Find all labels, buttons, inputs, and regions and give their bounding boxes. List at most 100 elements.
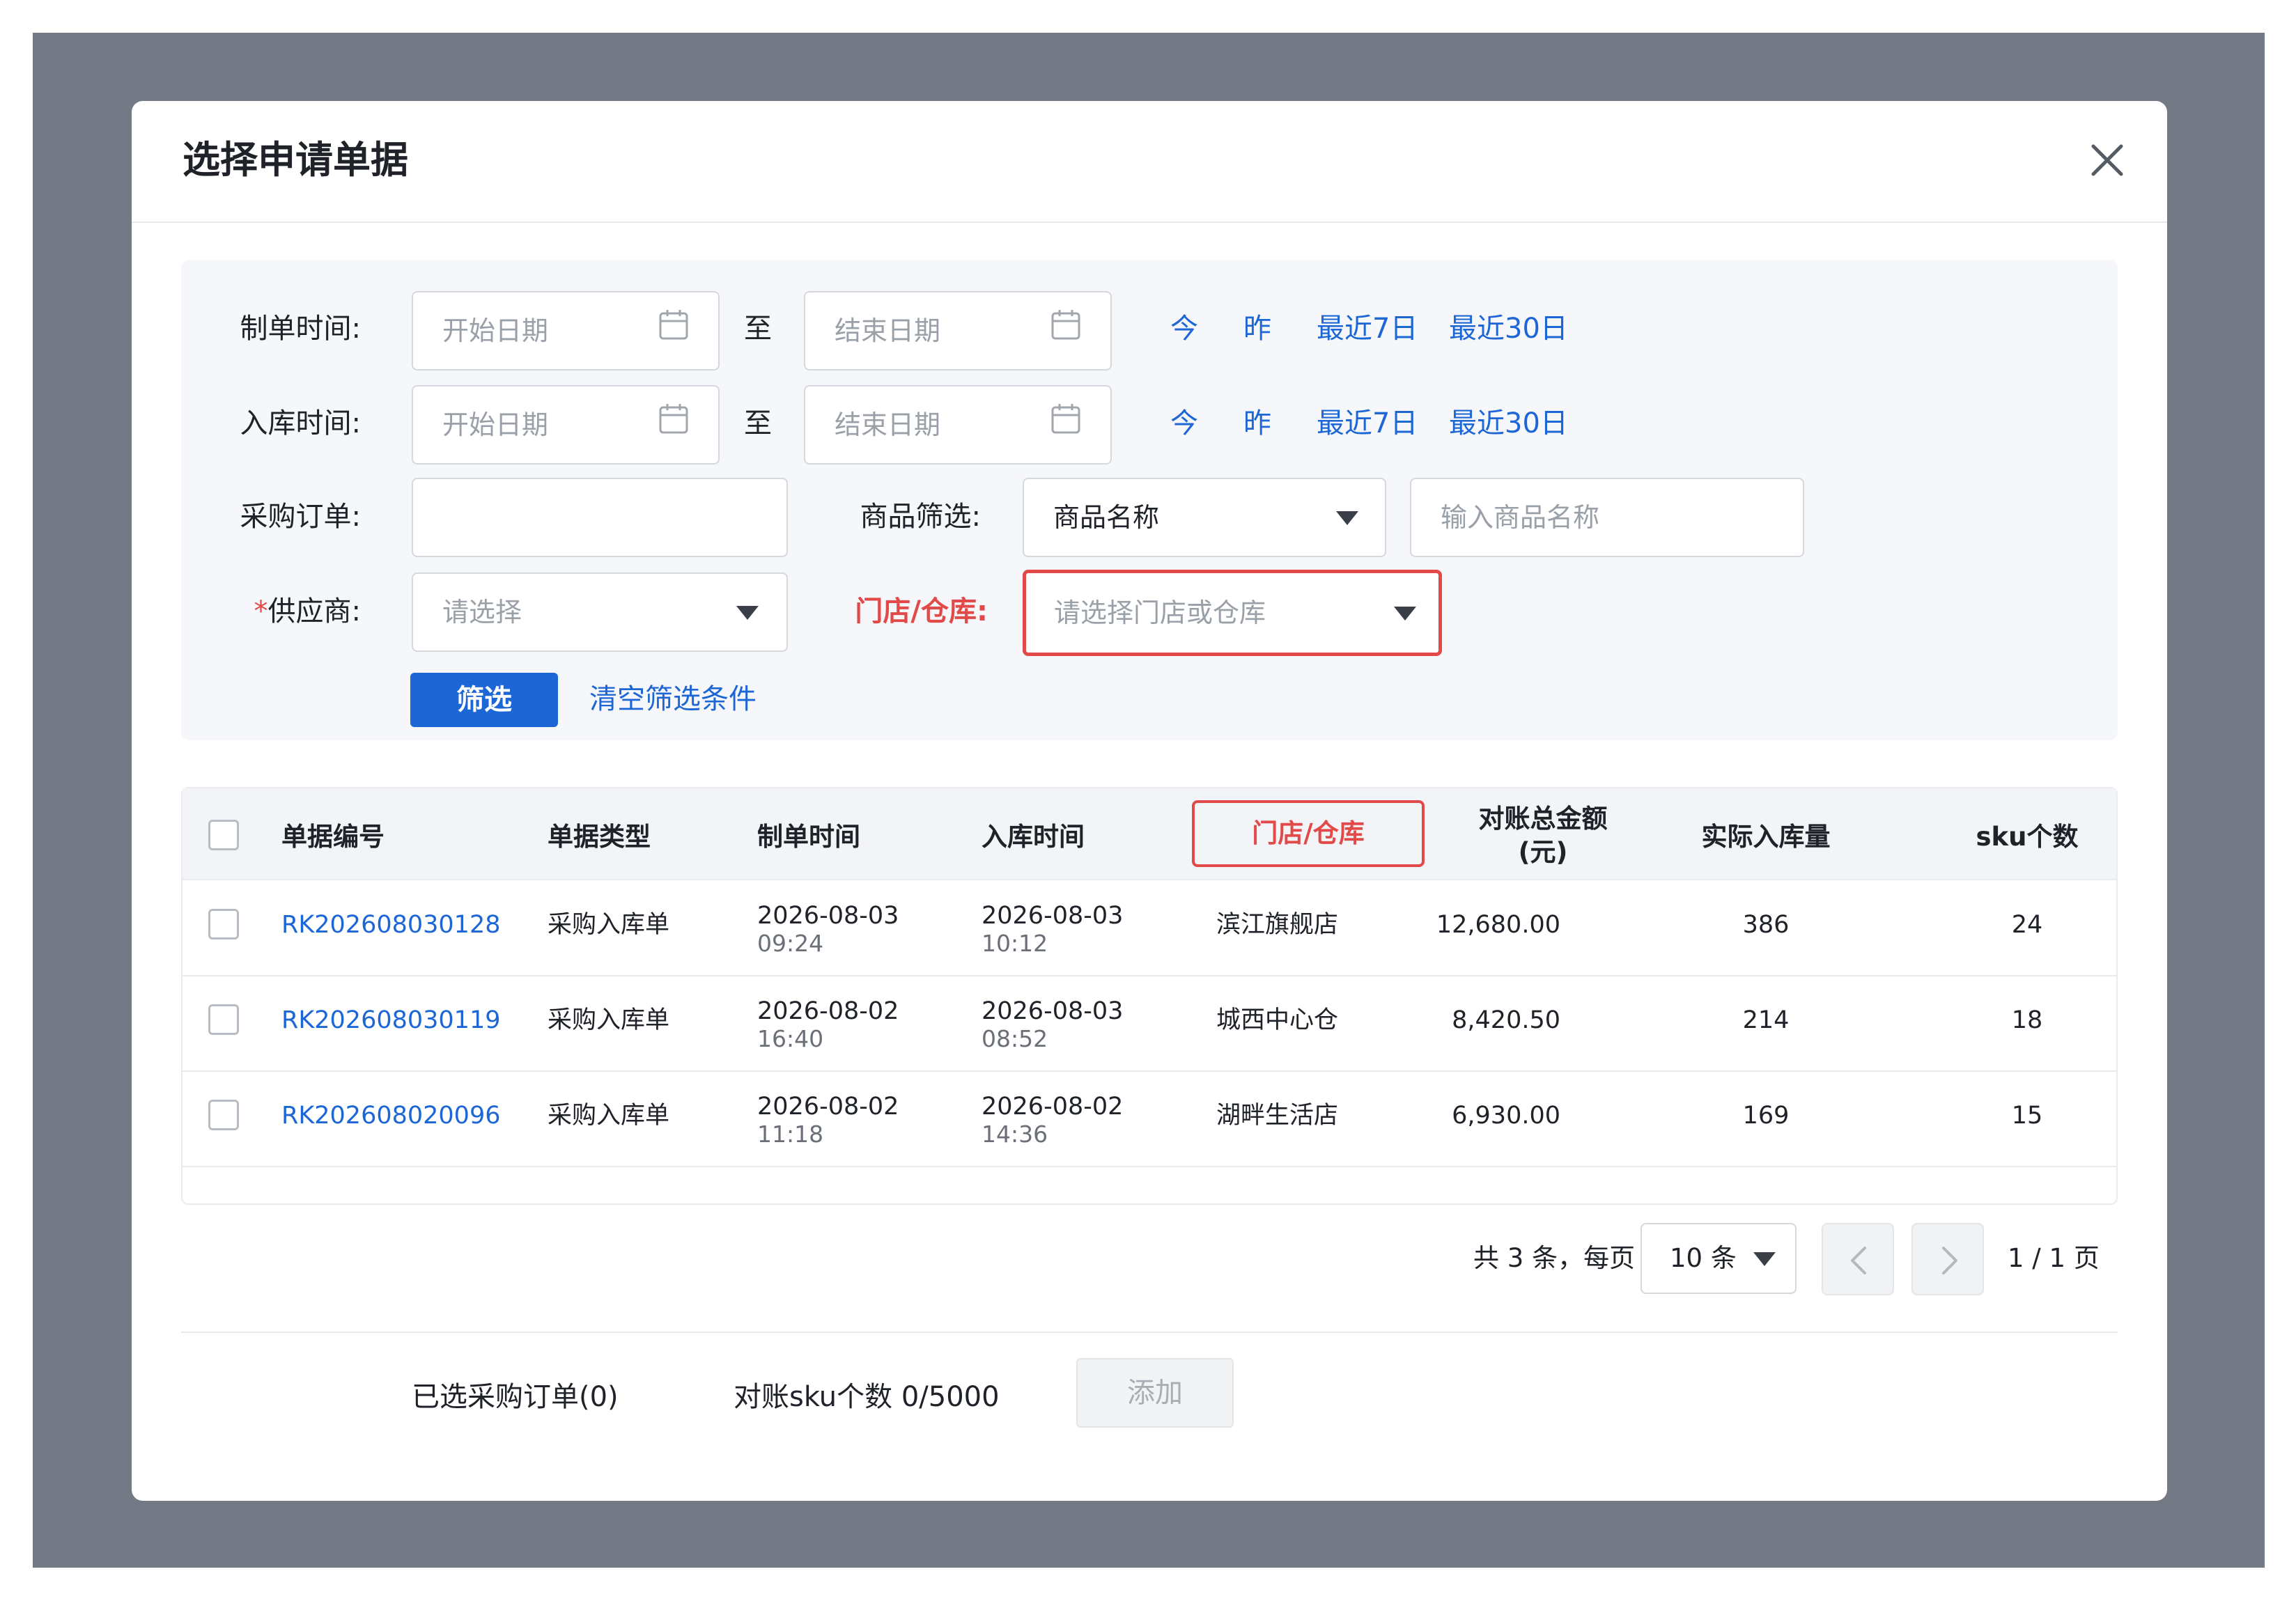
th-actual-qty: 实际入库量 (1701, 822, 1831, 852)
create-quick-30days[interactable]: 最近30日 (1449, 309, 1568, 348)
chevron-right-icon (1942, 1247, 1957, 1274)
create-time-label: 制单时间: (240, 313, 361, 345)
create-end-date-placeholder: 结束日期 (835, 315, 941, 346)
prev-page-button[interactable] (1822, 1223, 1894, 1295)
product-filter-label: 商品筛选: (860, 501, 981, 533)
stock-time-label: 入库时间: (240, 407, 361, 439)
row-divider (183, 879, 2116, 880)
doc-type: 采购入库单 (548, 1102, 670, 1130)
product-name-placeholder: 输入商品名称 (1441, 502, 1600, 533)
create-date: 2026-08-03 (757, 902, 899, 930)
footer-divider (181, 1332, 2118, 1333)
purchase-order-input[interactable] (412, 478, 788, 557)
row-divider (183, 975, 2116, 976)
page-indicator: 1 / 1 页 (2008, 1243, 2100, 1273)
th-sku-count: sku个数 (1976, 822, 2079, 852)
store-label: 门店/仓库: (855, 595, 988, 627)
store-name: 城西中心仓 (1216, 1006, 1339, 1034)
calendar-icon (658, 309, 689, 341)
page-size-value: 10 条 (1670, 1243, 1737, 1273)
amount: 8,420.50 (1452, 1006, 1560, 1034)
doc-no-link[interactable]: RK202608030128 (281, 909, 501, 941)
doc-no-link[interactable]: RK202608020096 (281, 1100, 501, 1132)
page-size-select[interactable]: 10 条 (1640, 1223, 1797, 1294)
create-quick-yesterday[interactable]: 昨 (1243, 309, 1271, 348)
stock-start-date-input[interactable]: 开始日期 (412, 385, 720, 465)
sku-count: 18 (2011, 1006, 2043, 1034)
purchase-order-label: 采购订单: (240, 501, 361, 533)
add-button[interactable]: 添加 (1076, 1358, 1234, 1428)
modal-title: 选择申请单据 (183, 138, 408, 182)
create-start-date-input[interactable]: 开始日期 (412, 291, 720, 370)
sku-count: 15 (2011, 1102, 2043, 1130)
th-doc-type: 单据类型 (548, 822, 651, 852)
doc-type: 采购入库单 (548, 1006, 670, 1034)
stock-end-date-placeholder: 结束日期 (835, 410, 941, 440)
row-checkbox[interactable] (208, 1100, 239, 1130)
supplier-placeholder: 请选择 (442, 597, 522, 627)
create-start-date-placeholder: 开始日期 (442, 315, 549, 346)
create-quick-7days[interactable]: 最近7日 (1317, 309, 1418, 348)
create-quick-today[interactable]: 今 (1170, 309, 1198, 348)
stock-date: 2026-08-03 (982, 902, 1124, 930)
stock-date: 2026-08-02 (982, 1093, 1124, 1121)
date-range-separator: 至 (744, 313, 772, 345)
stock-quick-today[interactable]: 今 (1170, 404, 1198, 443)
stock-time: 10:12 (982, 930, 1048, 957)
row-checkbox[interactable] (208, 909, 239, 939)
store-name: 湖畔生活店 (1216, 1102, 1339, 1130)
calendar-icon (1050, 403, 1081, 435)
doc-type: 采购入库单 (548, 911, 670, 939)
create-time: 11:18 (757, 1121, 824, 1148)
stock-end-date-input[interactable]: 结束日期 (804, 385, 1112, 465)
selected-orders-text: 已选采购订单(0) (412, 1381, 619, 1413)
actual-qty: 169 (1742, 1102, 1790, 1130)
supplier-label-text: 供应商: (267, 595, 361, 627)
store-name: 滨江旗舰店 (1216, 911, 1339, 939)
header-divider (132, 221, 2167, 223)
row-divider (183, 1166, 2116, 1167)
th-create-time: 制单时间 (757, 822, 860, 852)
pagination-total: 共 3 条，每页 (1473, 1243, 1636, 1273)
create-date: 2026-08-02 (757, 1093, 899, 1121)
next-page-button[interactable] (1911, 1223, 1984, 1295)
th-doc-no: 单据编号 (281, 822, 385, 852)
caret-down-icon (1394, 607, 1416, 621)
th-amount-line2: (元) (1518, 837, 1568, 867)
create-end-date-input[interactable]: 结束日期 (804, 291, 1112, 370)
create-time: 16:40 (757, 1025, 824, 1052)
calendar-icon (1050, 309, 1081, 341)
sku-count: 24 (2011, 911, 2043, 939)
stock-date: 2026-08-03 (982, 997, 1124, 1025)
select-all-checkbox[interactable] (208, 820, 239, 850)
store-placeholder: 请选择门店或仓库 (1054, 598, 1266, 628)
product-filter-type-select[interactable]: 商品名称 (1023, 478, 1386, 557)
row-checkbox[interactable] (208, 1004, 239, 1035)
th-stock-time: 入库时间 (982, 822, 1085, 852)
sku-count-text: 对账sku个数 0/5000 (734, 1381, 1000, 1413)
stock-quick-30days[interactable]: 最近30日 (1449, 404, 1568, 443)
clear-filters-link[interactable]: 清空筛选条件 (589, 680, 757, 719)
stock-quick-7days[interactable]: 最近7日 (1317, 404, 1418, 443)
caret-down-icon (736, 606, 759, 620)
close-icon[interactable] (2083, 136, 2132, 185)
filter-button[interactable]: 筛选 (410, 673, 558, 727)
stock-time: 08:52 (982, 1025, 1048, 1052)
amount: 6,930.00 (1452, 1102, 1560, 1130)
store-select[interactable]: 请选择门店或仓库 (1023, 570, 1442, 656)
required-mark: * (254, 595, 268, 627)
supplier-select[interactable]: 请选择 (412, 572, 788, 652)
chevron-left-icon (1851, 1247, 1866, 1274)
stock-time: 14:36 (982, 1121, 1048, 1148)
row-divider (183, 1070, 2116, 1072)
product-filter-type-value: 商品名称 (1053, 502, 1160, 533)
stock-quick-yesterday[interactable]: 昨 (1243, 404, 1271, 443)
calendar-icon (658, 403, 689, 435)
doc-no-link[interactable]: RK202608030119 (281, 1004, 501, 1036)
actual-qty: 214 (1742, 1006, 1790, 1034)
product-name-input[interactable]: 输入商品名称 (1410, 478, 1804, 557)
th-amount-line1: 对账总金额 (1478, 804, 1608, 834)
th-store: 门店/仓库 (1192, 800, 1425, 867)
amount: 12,680.00 (1436, 911, 1560, 939)
create-time: 09:24 (757, 930, 824, 957)
